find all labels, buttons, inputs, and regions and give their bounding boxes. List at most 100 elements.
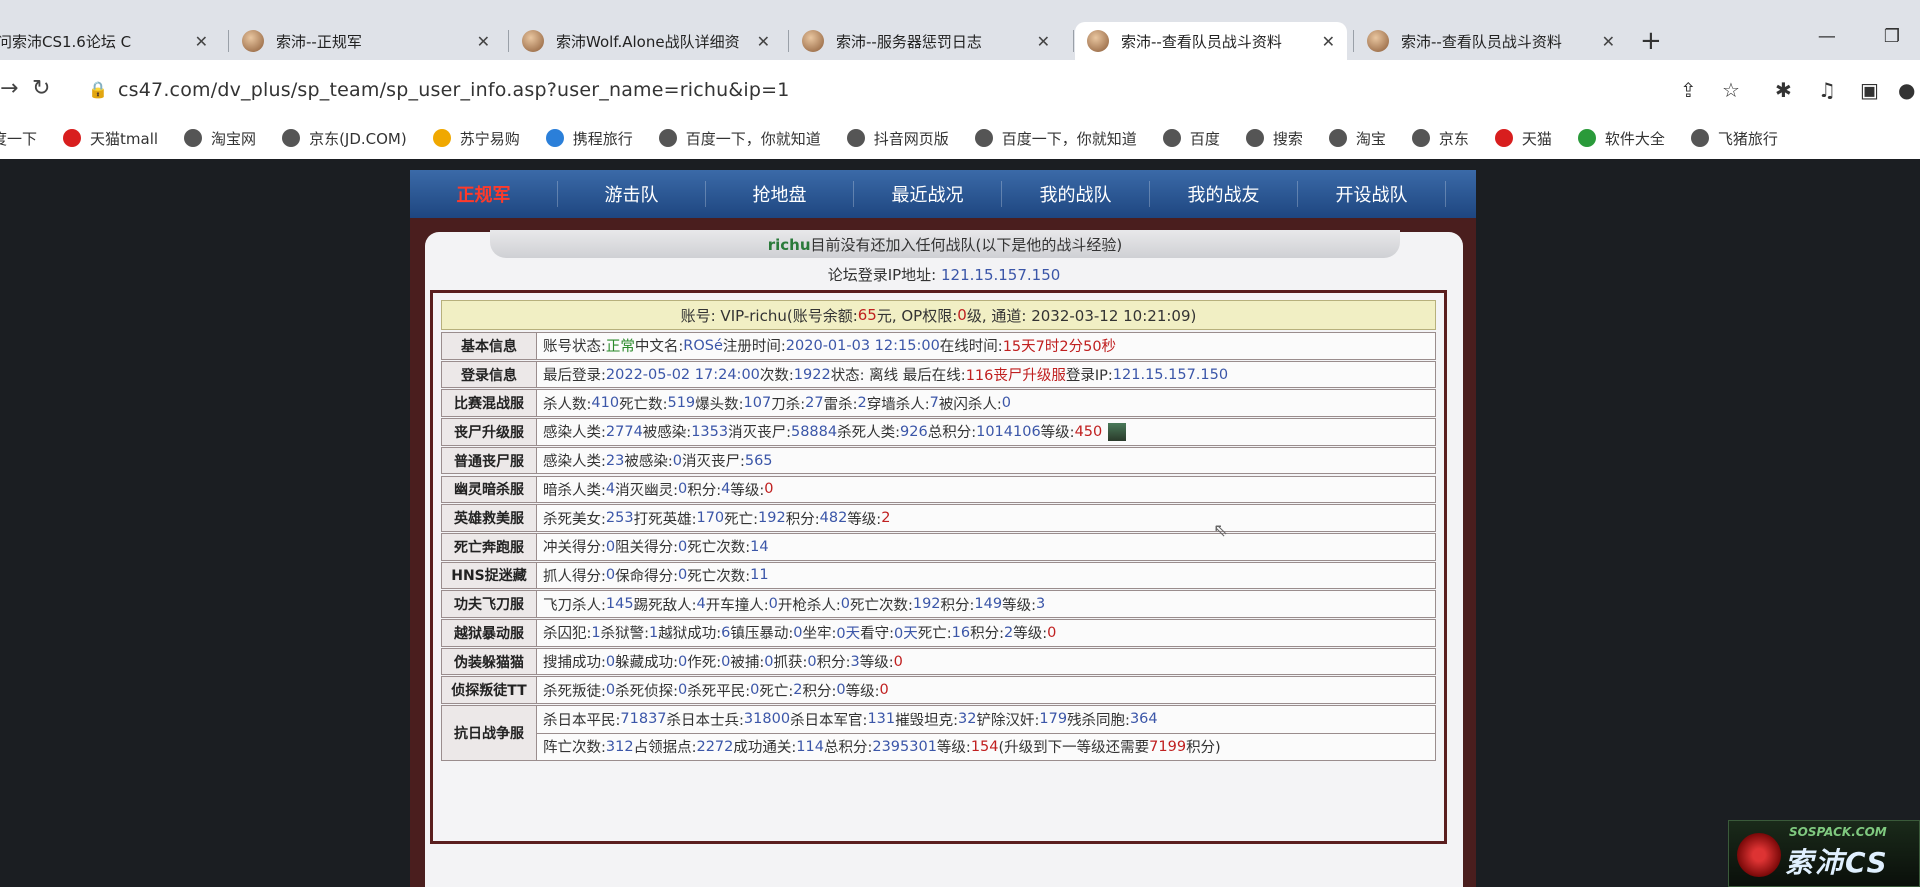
tab-close-icon[interactable]: ✕ <box>195 32 208 51</box>
stat-label: 死亡次数: <box>687 568 751 585</box>
stat-label: 等级: <box>730 482 765 499</box>
extensions-icon[interactable]: ✱ <box>1775 78 1792 102</box>
bookmark-label: 天猫tmall <box>90 129 159 148</box>
browser-tab-1[interactable]: 欢迎访问索沛CS1.6论坛 C ✕ <box>0 22 220 60</box>
bookmark-item[interactable]: 淘宝网 <box>184 128 256 149</box>
stat-label: 杀狱警: <box>600 626 650 643</box>
tab-close-icon[interactable]: ✕ <box>477 32 490 51</box>
stat-value: 0 <box>793 624 803 641</box>
bookmark-star-icon[interactable]: ☆ <box>1722 78 1740 102</box>
bookmark-item[interactable]: 百度一下，你就知道 <box>974 128 1137 149</box>
stat-label: 总积分: <box>823 740 873 757</box>
row-values: 账号状态: 正常 中文名: ROSé 注册时间: 2020-01-03 12:1… <box>537 332 1436 360</box>
stat-value: 32 <box>958 711 977 728</box>
account-label: 账号: VIP-richu(账号余额: <box>680 306 858 325</box>
minimize-icon[interactable]: — <box>1818 26 1836 47</box>
stat-label: 等级: <box>847 511 882 528</box>
player-headline: richu目前没有还加入任何战队(以下是他的战斗经验) <box>490 230 1400 258</box>
nav-item-3[interactable]: 抢地盘 <box>706 181 854 207</box>
nav-item-4[interactable]: 最近战况 <box>854 181 1002 207</box>
profile-icon[interactable]: ● <box>1898 78 1915 102</box>
stat-label: 等级: <box>936 740 971 757</box>
bookmark-item[interactable]: 京东 <box>1411 128 1469 149</box>
nav-item-2[interactable]: 游击队 <box>558 181 706 207</box>
stat-label: 死亡: <box>759 683 794 700</box>
bookmark-favicon-icon <box>545 129 564 147</box>
stat-value: 2774 <box>605 423 643 440</box>
bookmark-item[interactable]: 京东(JD.COM) <box>282 128 407 149</box>
browser-tab-4[interactable]: 索沛--服务器惩罚日志 ✕ <box>790 22 1062 60</box>
stat-value: 312 <box>605 738 634 755</box>
stat-value: 253 <box>605 510 634 527</box>
stat-label: 开枪杀人: <box>777 597 841 614</box>
table-row: 登录信息 最后登录: 2022-05-02 17:24:00 次数: 1922 状… <box>441 360 1436 389</box>
media-icon[interactable]: ♫ <box>1818 78 1836 102</box>
nav-item-6[interactable]: 我的战友 <box>1150 181 1298 207</box>
url-input[interactable]: cs47.com/dv_plus/sp_team/sp_user_info.as… <box>118 79 790 101</box>
stat-value: 0 <box>672 452 682 469</box>
stat-label: 看守: <box>860 626 895 643</box>
stat-label: 镇压暴动: <box>730 626 794 643</box>
stat-value: 450 <box>1074 423 1103 440</box>
stats-table-frame: 账号: VIP-richu(账号余额: 65 元, OP权限: 0 级, 通道: 2… <box>430 290 1447 844</box>
stat-label: 等级: <box>1013 626 1048 643</box>
bookmark-item[interactable]: 度一下 <box>0 128 37 149</box>
stat-value: 23 <box>605 452 625 469</box>
stat-value: 7 <box>929 395 939 412</box>
sidebar-icon[interactable]: ▣ <box>1860 78 1879 102</box>
stat-label: 被感染: <box>624 454 673 471</box>
reload-icon[interactable]: ↻ <box>32 76 50 101</box>
bookmark-label: 软件大全 <box>1604 129 1665 148</box>
browser-tab-2[interactable]: 索沛--正规军 ✕ <box>230 22 502 60</box>
nav-item-1[interactable]: 正规军 <box>410 181 558 207</box>
bookmark-item[interactable]: 软件大全 <box>1577 128 1665 149</box>
table-row: 侦探叛徒TT 杀死叛徒: 0 杀死侦探: 0 杀死平民: 0 死亡: 2 积分: … <box>441 676 1436 705</box>
browser-tab-3[interactable]: 索沛Wolf.Alone战队详细资 ✕ <box>510 22 782 60</box>
stat-value: 0 <box>750 682 760 699</box>
tab-close-icon[interactable]: ✕ <box>1602 32 1615 51</box>
tab-favicon-icon <box>522 30 544 52</box>
stat-label: 杀囚犯: <box>543 626 592 643</box>
tab-title: 索沛--正规军 <box>276 32 362 51</box>
tab-close-icon[interactable]: ✕ <box>757 32 770 51</box>
row-label: 英雄救美服 <box>441 504 537 532</box>
restore-icon[interactable]: ❐ <box>1884 26 1900 47</box>
forward-icon[interactable]: → <box>0 76 18 101</box>
share-icon[interactable]: ⇪ <box>1680 78 1697 102</box>
stat-label: 消灭丧尸: <box>681 454 745 471</box>
stat-label: 杀日本士兵: <box>666 712 744 729</box>
bookmark-item[interactable]: 淘宝 <box>1328 128 1386 149</box>
kangri-line-1: 杀日本平民: 71837 杀日本士兵: 31800 杀日本军官: 131 摧毁坦… <box>537 706 1435 734</box>
bookmark-item[interactable]: 百度 <box>1162 128 1220 149</box>
tab-title: 索沛--服务器惩罚日志 <box>836 32 982 51</box>
bookmark-item[interactable]: 天猫tmall <box>63 128 158 149</box>
stat-value: 2 <box>881 510 891 527</box>
row-label: 侦探叛徒TT <box>441 676 537 705</box>
stat-label: 被捕: <box>730 655 765 672</box>
mouse-cursor-icon: ⇖ <box>1213 520 1229 541</box>
bookmark-item[interactable]: 抖音网页版 <box>846 128 949 149</box>
row-values: 飞刀杀人: 145 踢死敌人: 4 开车撞人: 0 开枪杀人: 0 死亡次数: … <box>537 590 1436 618</box>
row-values: 杀日本平民: 71837 杀日本士兵: 31800 杀日本军官: 131 摧毁坦… <box>537 705 1436 762</box>
browser-tab-5[interactable]: 索沛--查看队员战斗资料 ✕ <box>1075 22 1347 60</box>
new-tab-button[interactable]: + <box>1640 26 1662 56</box>
bookmark-item[interactable]: 携程旅行 <box>545 128 633 149</box>
lock-icon[interactable]: 🔒 <box>88 80 108 99</box>
bookmark-item[interactable]: 百度一下，你就知道 <box>658 128 821 149</box>
stat-label: 积分: <box>816 655 851 672</box>
browser-tab-bar: 欢迎访问索沛CS1.6论坛 C✕索沛--正规军✕索沛Wolf.Alone战队详细… <box>0 0 1920 60</box>
nav-item-5[interactable]: 我的战队 <box>1002 181 1150 207</box>
stat-value: 2022-05-02 17:24:00 <box>605 366 760 383</box>
stat-label: 杀日本军官: <box>790 712 868 729</box>
browser-tab-6[interactable]: 索沛--查看队员战斗资料 ✕ <box>1355 22 1627 60</box>
bookmark-item[interactable]: 天猫 <box>1494 128 1552 149</box>
nav-item-7[interactable]: 开设战队 <box>1298 181 1446 207</box>
bookmark-item[interactable]: 苏宁易购 <box>432 128 520 149</box>
stat-value: 0 <box>678 653 688 670</box>
bookmark-item[interactable]: 飞猪旅行 <box>1690 128 1778 149</box>
stat-value: 0 <box>678 481 688 498</box>
bookmark-item[interactable]: 搜索 <box>1245 128 1303 149</box>
row-values: 抓人得分: 0 保命得分: 0 死亡次数: 11 <box>537 561 1436 590</box>
tab-close-icon[interactable]: ✕ <box>1322 32 1335 51</box>
tab-close-icon[interactable]: ✕ <box>1037 32 1050 51</box>
